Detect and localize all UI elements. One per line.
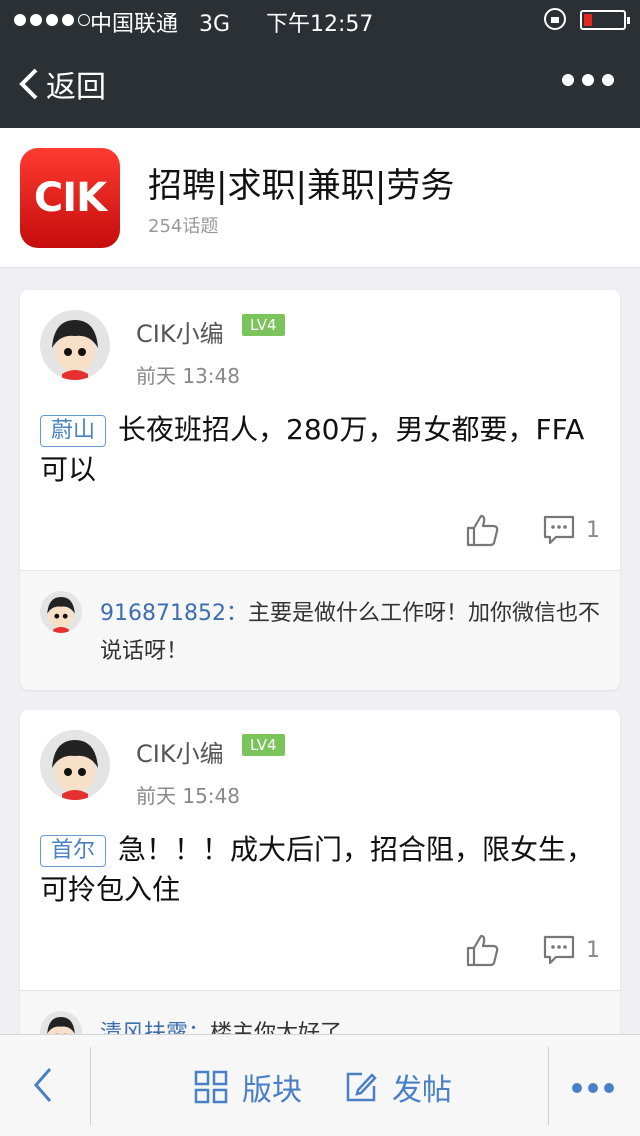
new-post-label: 发帖: [392, 1073, 452, 1108]
divider: [90, 1047, 91, 1125]
post-body: 急！！！成大后门，招合阻，限女生，可拎包入住: [40, 833, 595, 906]
signal-strength-icon: [14, 14, 90, 26]
carrier-label: 中国联通 3G: [90, 12, 231, 37]
reply-text: 916871852：主要是做什么工作呀！加你微信也不说话呀！: [100, 595, 600, 671]
rotation-lock-icon: [544, 8, 566, 30]
reply-item[interactable]: 916871852：主要是做什么工作呀！加你微信也不说话呀！: [20, 570, 620, 690]
network-label: 3G: [199, 12, 231, 37]
top-bar: 中国联通 3G 下午12:57 返回: [0, 0, 640, 128]
topic-count: 254话题: [148, 216, 219, 237]
status-bar: 中国联通 3G 下午12:57: [0, 0, 640, 40]
more-dots-icon[interactable]: [572, 1083, 614, 1093]
avatar[interactable]: [40, 730, 110, 800]
grid-icon: [194, 1070, 228, 1104]
chevron-left-icon: [19, 68, 38, 100]
avatar[interactable]: [40, 591, 82, 633]
post-time: 前天 13:48: [136, 364, 240, 388]
battery-icon: [580, 10, 630, 30]
new-post-button[interactable]: 发帖: [344, 1065, 452, 1109]
level-badge: LV4: [242, 314, 285, 336]
comment-count: 1: [586, 518, 600, 543]
location-tag[interactable]: 首尔: [40, 835, 107, 867]
comment-icon[interactable]: [542, 514, 576, 546]
bottom-toolbar: 版块 发帖: [0, 1034, 640, 1136]
post-text[interactable]: 首尔 急！！！成大后门，招合阻，限女生，可拎包入住: [40, 830, 600, 910]
back-label: 返回: [46, 70, 106, 105]
comment-count: 1: [586, 938, 600, 963]
more-dots-icon[interactable]: [562, 74, 614, 86]
level-badge: LV4: [242, 734, 285, 756]
back-button[interactable]: 返回: [16, 62, 106, 106]
post-card[interactable]: CIK小编 LV4 前天 13:48 蔚山 长夜班招人，280万，男女都要，FFA…: [20, 290, 620, 690]
forum-title: 招聘|求职|兼职|劳务: [148, 166, 455, 206]
forum-logo: CIK: [20, 148, 120, 248]
post-body: 长夜班招人，280万，男女都要，FFA可以: [40, 413, 585, 486]
comment-icon[interactable]: [542, 934, 576, 966]
post-time: 前天 15:48: [136, 784, 240, 808]
post-text[interactable]: 蔚山 长夜班招人，280万，男女都要，FFA可以: [40, 410, 600, 490]
author-name[interactable]: CIK小编: [136, 314, 224, 349]
chevron-left-icon[interactable]: [28, 1065, 56, 1105]
thumbs-up-icon[interactable]: [464, 932, 500, 968]
sections-button[interactable]: 版块: [194, 1065, 302, 1109]
thumbs-up-icon[interactable]: [464, 512, 500, 548]
status-time: 下午12:57: [266, 12, 374, 37]
author-name[interactable]: CIK小编: [136, 734, 224, 769]
edit-icon: [346, 1072, 377, 1102]
sections-label: 版块: [242, 1073, 302, 1108]
location-tag[interactable]: 蔚山: [40, 415, 107, 447]
reply-user[interactable]: 916871852：: [100, 601, 248, 626]
forum-header: CIK 招聘|求职|兼职|劳务 254话题: [0, 128, 640, 268]
avatar[interactable]: [40, 310, 110, 380]
nav-bar: 返回: [0, 40, 640, 128]
divider: [548, 1047, 549, 1125]
